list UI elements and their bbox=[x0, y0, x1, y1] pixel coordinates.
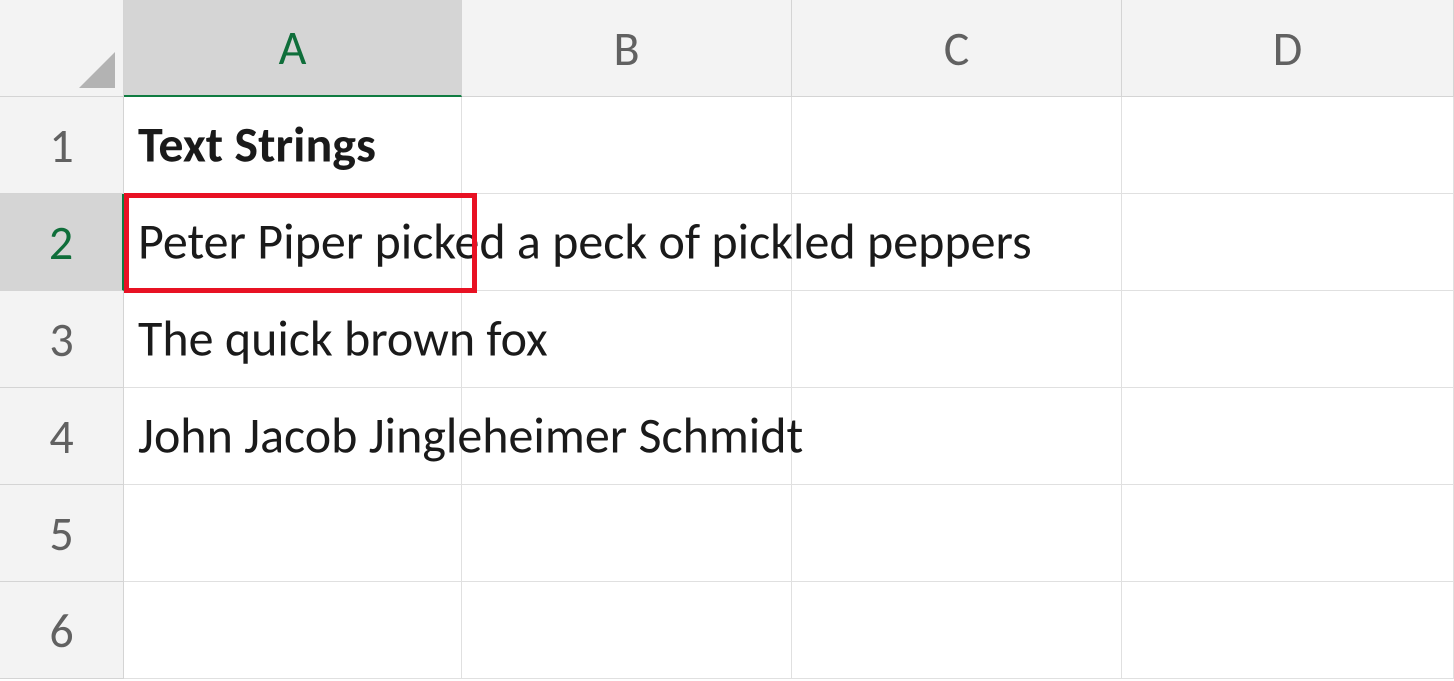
row-header-1[interactable]: 1 bbox=[0, 97, 124, 194]
cell-d4[interactable] bbox=[1122, 388, 1454, 485]
column-header-a[interactable]: A bbox=[124, 0, 462, 97]
cell-b5[interactable] bbox=[462, 485, 792, 582]
cell-b3[interactable] bbox=[462, 291, 792, 388]
cell-d5[interactable] bbox=[1122, 485, 1454, 582]
cell-a3[interactable]: The quick brown fox bbox=[124, 291, 462, 388]
cell-d1[interactable] bbox=[1122, 97, 1454, 194]
cell-c5[interactable] bbox=[792, 485, 1122, 582]
cell-a2[interactable]: Peter Piper picked a peck of pickled pep… bbox=[124, 194, 462, 291]
cell-a4[interactable]: John Jacob Jingleheimer Schmidt bbox=[124, 388, 462, 485]
cell-a6[interactable] bbox=[124, 582, 462, 679]
row-header-3[interactable]: 3 bbox=[0, 291, 124, 388]
column-header-d[interactable]: D bbox=[1122, 0, 1454, 97]
row-header-5[interactable]: 5 bbox=[0, 485, 124, 582]
row-header-2[interactable]: 2 bbox=[0, 194, 124, 291]
cell-d6[interactable] bbox=[1122, 582, 1454, 679]
cell-d2[interactable] bbox=[1122, 194, 1454, 291]
cell-a1[interactable]: Text Strings bbox=[124, 97, 462, 194]
cell-c2[interactable] bbox=[792, 194, 1122, 291]
cell-c6[interactable] bbox=[792, 582, 1122, 679]
select-all-corner[interactable] bbox=[0, 0, 124, 97]
column-header-b[interactable]: B bbox=[462, 0, 792, 97]
cell-d3[interactable] bbox=[1122, 291, 1454, 388]
cell-c3[interactable] bbox=[792, 291, 1122, 388]
column-header-c[interactable]: C bbox=[792, 0, 1122, 97]
row-header-4[interactable]: 4 bbox=[0, 388, 124, 485]
cell-a5[interactable] bbox=[124, 485, 462, 582]
cell-c1[interactable] bbox=[792, 97, 1122, 194]
row-header-6[interactable]: 6 bbox=[0, 582, 124, 679]
cell-b2[interactable] bbox=[462, 194, 792, 291]
cell-content: Text Strings bbox=[138, 115, 376, 176]
cell-c4[interactable] bbox=[792, 388, 1122, 485]
cell-b6[interactable] bbox=[462, 582, 792, 679]
cell-b4[interactable] bbox=[462, 388, 792, 485]
cell-b1[interactable] bbox=[462, 97, 792, 194]
spreadsheet-grid: A B C D 1 Text Strings 2 Peter Piper pic… bbox=[0, 0, 1454, 679]
